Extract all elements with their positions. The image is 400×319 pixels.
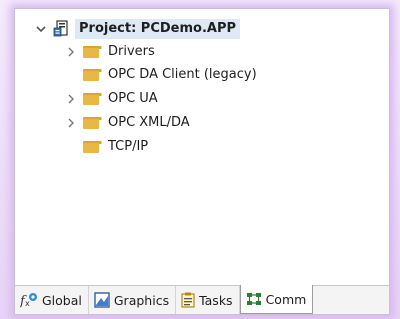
tab-label: Graphics (113, 292, 170, 308)
comm-icon (246, 292, 262, 306)
tab-global[interactable]: f x Global (15, 286, 89, 314)
tree-item-label: OPC DA Client (legacy) (108, 67, 257, 82)
tab-label: Comm (265, 291, 307, 307)
fx-icon: f x (20, 292, 38, 308)
project-explorer-panel: Project: PCDemo.APP Drivers OPC DA Clien… (14, 8, 390, 315)
chevron-right-icon[interactable] (65, 93, 77, 105)
chevron-right-icon[interactable] (65, 46, 77, 58)
tree-item-tcp-ip[interactable]: TCP/IP (83, 135, 148, 159)
tree-item-opc-xml-da[interactable]: OPC XML/DA (65, 111, 190, 135)
folder-icon (83, 46, 102, 58)
folder-icon (83, 141, 102, 153)
folder-icon (83, 93, 102, 105)
tree-item-label: OPC UA (108, 91, 158, 106)
tree-item-drivers[interactable]: Drivers (65, 40, 155, 64)
tree-item-label: TCP/IP (108, 139, 149, 154)
tree-root-row[interactable]: Project: PCDemo.APP (35, 17, 240, 41)
folder-icon (83, 69, 102, 81)
graphics-icon (94, 292, 110, 308)
chevron-right-icon[interactable] (65, 117, 77, 129)
tasks-icon (181, 292, 195, 308)
tree-item-label: OPC XML/DA (108, 115, 190, 130)
tab-tasks[interactable]: Tasks (176, 286, 240, 314)
chevron-down-icon[interactable] (35, 23, 47, 35)
tab-comm[interactable]: Comm (239, 285, 314, 314)
tree-item-opc-ua[interactable]: OPC UA (65, 87, 158, 111)
tree-item-label: Drivers (108, 44, 155, 59)
svg-text:x: x (25, 299, 30, 308)
tab-label: Global (42, 292, 82, 308)
tree-item-opc-da-client[interactable]: OPC DA Client (legacy) (83, 63, 257, 87)
project-tree: Project: PCDemo.APP Drivers OPC DA Clien… (15, 9, 389, 284)
tree-root-label[interactable]: Project: PCDemo.APP (75, 19, 240, 39)
project-icon (53, 20, 68, 37)
tab-graphics[interactable]: Graphics (89, 286, 177, 314)
tab-label: Tasks (199, 292, 233, 308)
folder-icon (83, 117, 102, 129)
explorer-tab-bar: f x Global Graphics Tasks Comm (15, 285, 389, 314)
